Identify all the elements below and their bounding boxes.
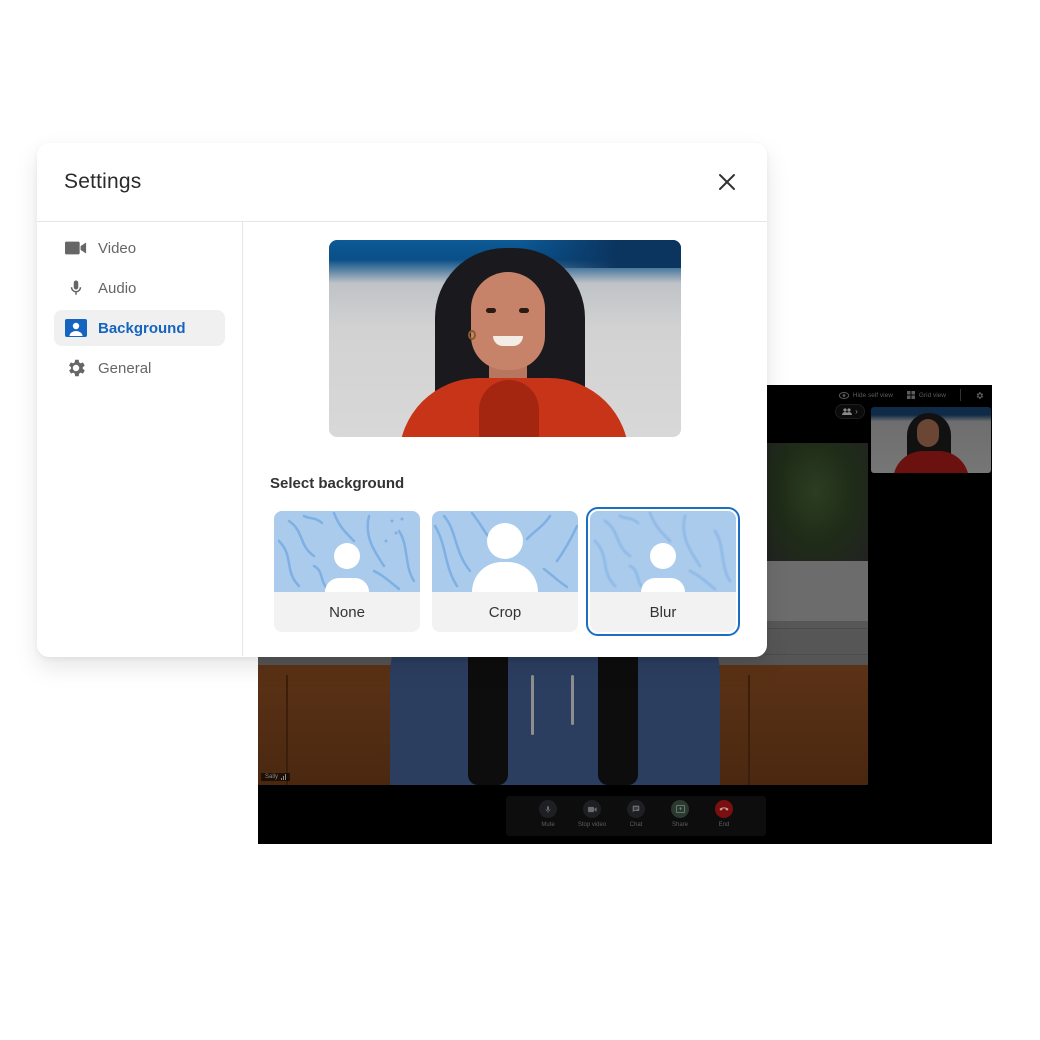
preview-eye <box>486 308 496 313</box>
avatar-head <box>487 523 523 559</box>
end-call-button[interactable]: End <box>709 800 739 836</box>
preview-body-shade <box>479 380 539 437</box>
microphone-icon <box>64 276 88 300</box>
sidebar-item-label: Audio <box>98 279 137 297</box>
preview-eye <box>519 308 529 313</box>
hoodie-string <box>531 675 534 735</box>
end-call-icon <box>715 800 733 818</box>
sidebar-item-label: Background <box>98 319 186 337</box>
chat-label: Chat <box>629 822 643 828</box>
background-options: None Crop Blur <box>274 507 740 636</box>
self-view-face <box>917 419 939 447</box>
grid-icon <box>906 391 915 399</box>
sidebar-item-label: Video <box>98 239 137 257</box>
camera-preview <box>329 240 681 437</box>
dialog-body: Video Audio Background General Select ba… <box>37 222 767 656</box>
participants-button[interactable]: › <box>835 404 865 419</box>
sidebar-item-video[interactable]: Video <box>54 230 225 266</box>
chevron-right-icon: › <box>855 407 858 416</box>
hide-self-view-button[interactable]: Hide self view <box>838 391 893 399</box>
background-option-label: None <box>329 603 365 621</box>
avatar-head <box>334 543 360 569</box>
self-view-thumbnail[interactable] <box>871 407 991 473</box>
video-camera-icon <box>64 236 88 260</box>
share-button[interactable]: Share <box>665 800 695 836</box>
call-controls-bar: Mute Stop video Chat Share End <box>506 796 766 836</box>
sidebar-item-general[interactable]: General <box>54 350 225 386</box>
background-thumbnail <box>432 511 578 592</box>
background-option-label: Blur <box>649 603 677 621</box>
background-option-none[interactable]: None <box>274 511 420 632</box>
avatar-head <box>650 543 676 569</box>
share-screen-icon <box>671 800 689 818</box>
microphone-icon <box>539 800 557 818</box>
grid-view-button[interactable]: Grid view <box>906 391 946 399</box>
background-settings-panel: Select background None Crop Blur <box>243 222 767 656</box>
hide-self-view-label: Hide self view <box>852 391 893 399</box>
mute-label: Mute <box>541 822 555 828</box>
dialog-title: Settings <box>64 170 142 193</box>
grid-view-label: Grid view <box>918 391 946 399</box>
gear-icon <box>976 391 984 399</box>
video-planter <box>763 561 868 621</box>
signal-strength-icon <box>281 774 287 780</box>
chat-icon <box>627 800 645 818</box>
preview-face <box>471 272 545 370</box>
background-option-crop[interactable]: Crop <box>432 511 578 632</box>
stop-video-label: Stop video <box>577 822 607 828</box>
people-icon <box>842 408 853 415</box>
sidebar-item-label: General <box>98 359 152 377</box>
end-label: End <box>718 822 730 828</box>
background-option-blur[interactable]: Blur <box>586 507 740 636</box>
gear-icon <box>64 356 88 380</box>
sidebar-item-audio[interactable]: Audio <box>54 270 225 306</box>
hoodie-string <box>571 675 574 725</box>
eye-icon <box>838 391 849 399</box>
avatar-body <box>641 578 685 592</box>
video-plant <box>763 443 868 563</box>
participant-name-tag: Sally <box>261 773 291 781</box>
sidebar-item-background[interactable]: Background <box>54 310 225 346</box>
background-thumbnail <box>590 511 736 592</box>
sofa-seam <box>286 675 288 785</box>
background-thumbnail <box>274 511 420 592</box>
share-label: Share <box>671 822 688 828</box>
background-option-label: Crop <box>488 603 522 621</box>
select-background-label: Select background <box>270 475 405 492</box>
participant-name: Sally <box>265 774 279 780</box>
preview-earring <box>468 330 476 340</box>
stop-video-button[interactable]: Stop video <box>577 800 607 836</box>
sofa-seam <box>748 675 750 785</box>
dialog-header: Settings <box>37 143 767 222</box>
topbar-divider <box>960 389 961 401</box>
avatar-body <box>325 578 369 592</box>
meeting-settings-button[interactable] <box>975 391 984 400</box>
settings-sidebar: Video Audio Background General <box>37 222 243 656</box>
close-button[interactable] <box>715 170 739 194</box>
chat-button[interactable]: Chat <box>621 800 651 836</box>
settings-dialog: Settings Video Audio Background General … <box>37 143 767 657</box>
close-icon <box>719 174 735 190</box>
video-camera-icon <box>583 800 601 818</box>
self-view-body <box>893 451 969 473</box>
mute-button[interactable]: Mute <box>533 800 563 836</box>
person-portrait-icon <box>64 316 88 340</box>
